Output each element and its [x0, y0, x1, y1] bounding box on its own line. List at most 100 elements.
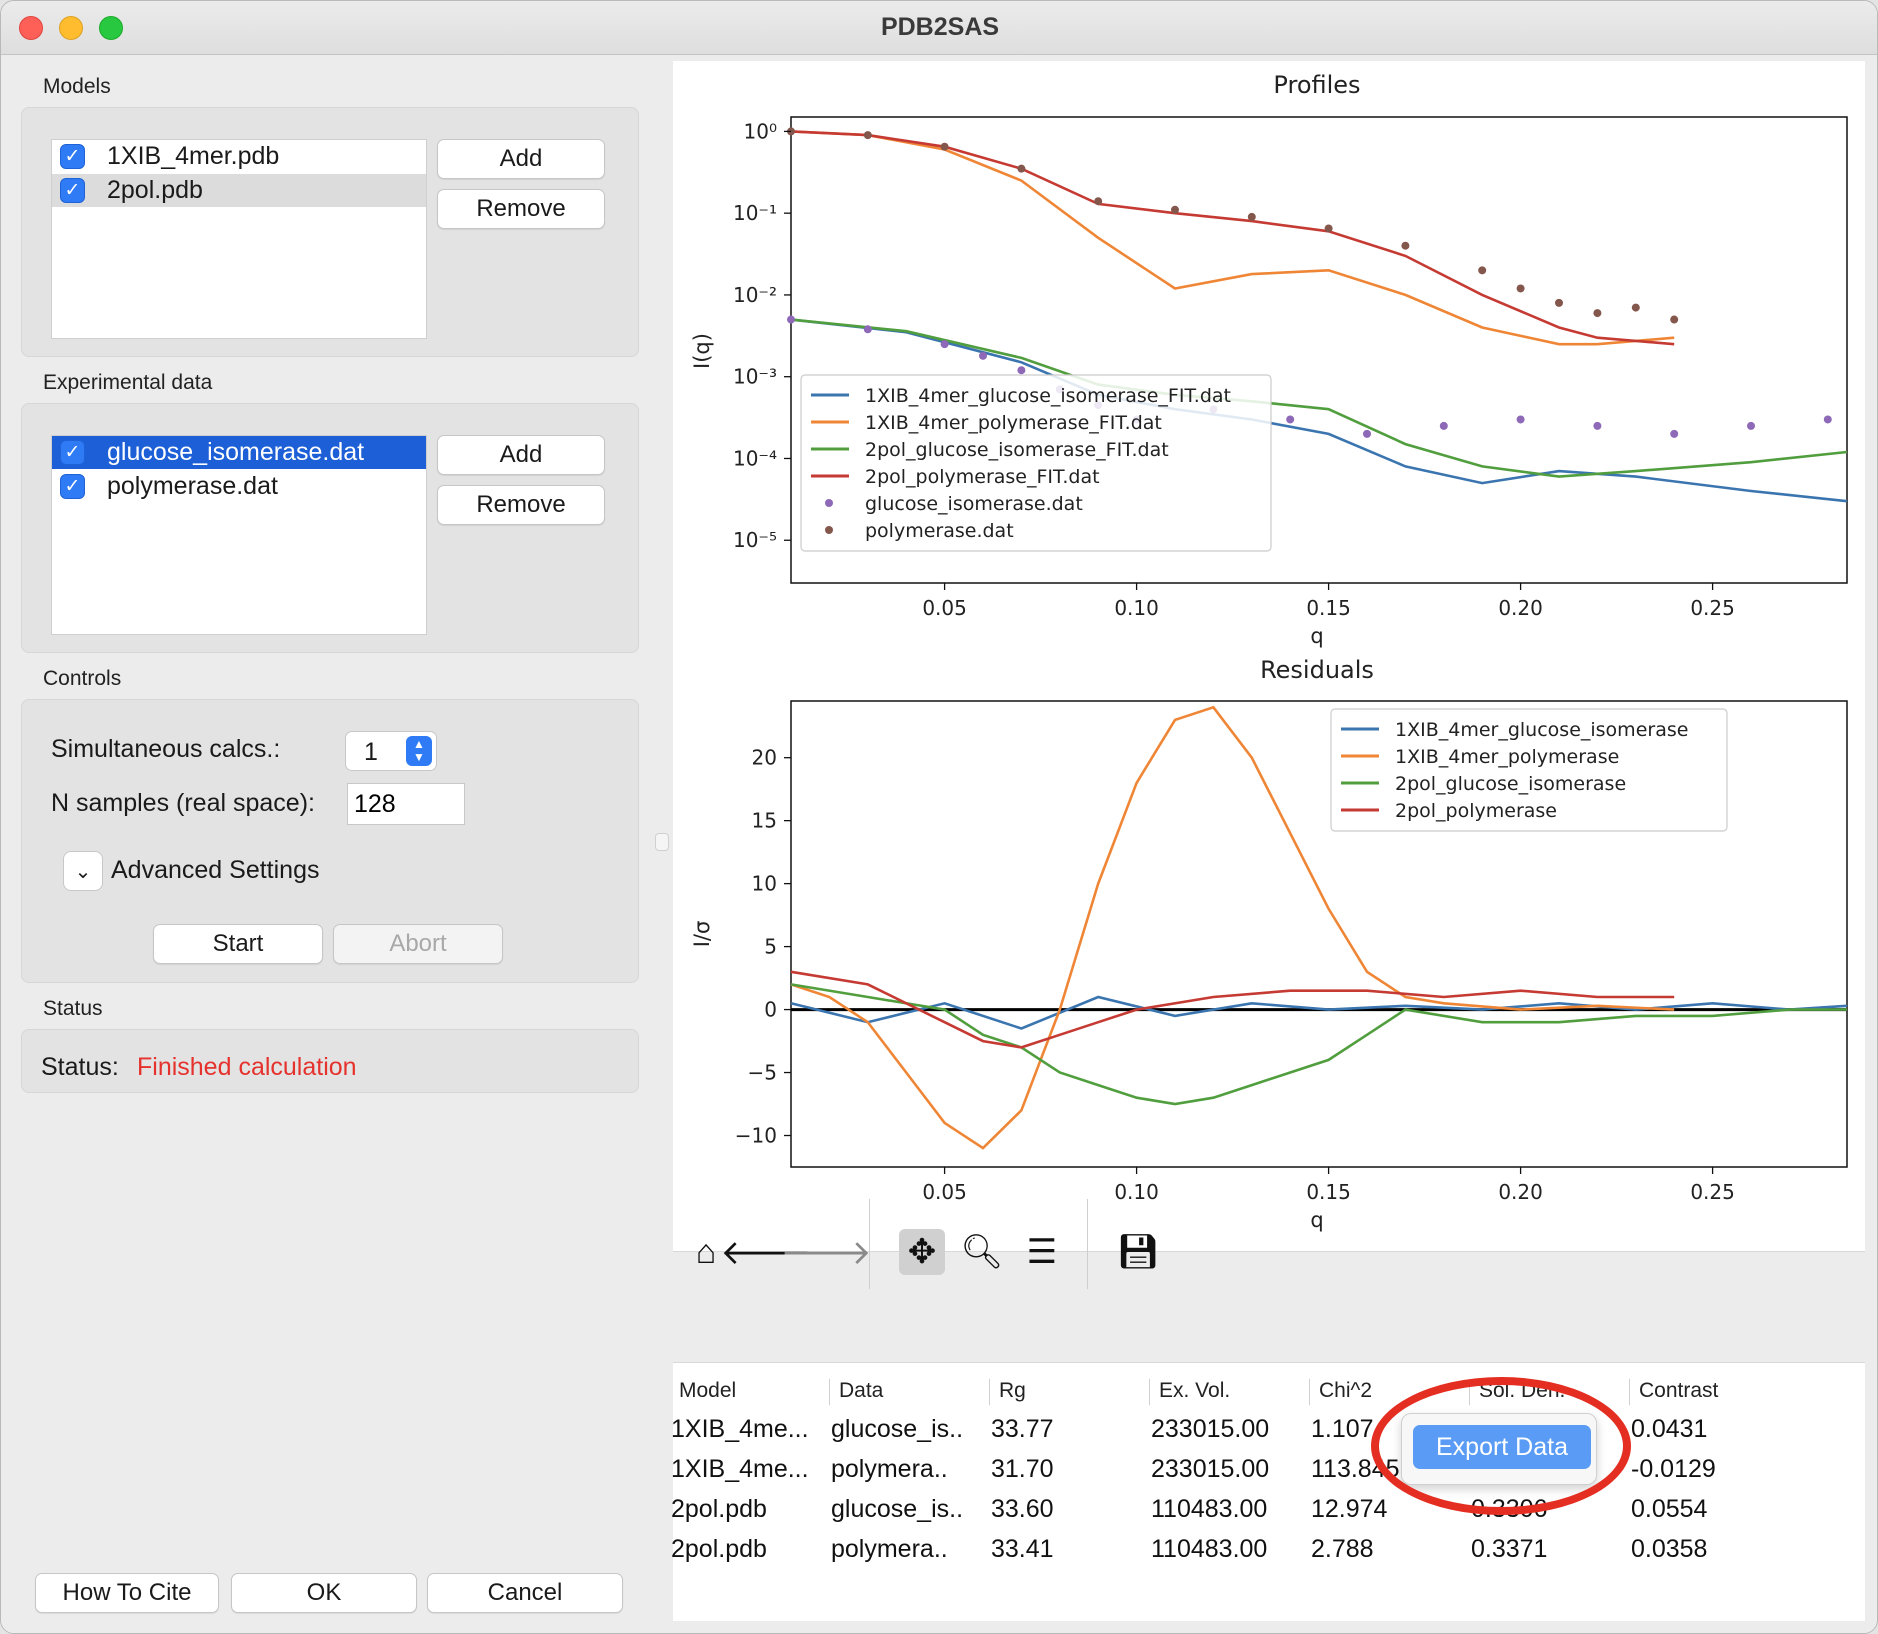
experimental-list[interactable]: ✓ glucose_isomerase.dat ✓ polymerase.dat [51, 435, 427, 635]
checkbox-checked-icon[interactable]: ✓ [60, 440, 85, 465]
table-cell[interactable]: glucose_is.. [831, 1415, 963, 1444]
splitter-handle[interactable] [655, 833, 669, 851]
models-list[interactable]: ✓ 1XIB_4mer.pdb ✓ 2pol.pdb [51, 139, 427, 339]
table-cell[interactable]: 0.0554 [1631, 1495, 1707, 1524]
column-header-model[interactable]: Model [679, 1379, 736, 1403]
data-point [863, 325, 872, 334]
y-tick-label: −5 [748, 1061, 777, 1085]
abort-button[interactable]: Abort [333, 924, 503, 964]
stepper-arrows-icon[interactable]: ▲ ▼ [406, 736, 432, 766]
table-cell[interactable]: polymera.. [831, 1535, 948, 1564]
ok-button[interactable]: OK [231, 1573, 417, 1613]
start-button[interactable]: Start [153, 924, 323, 964]
pan-icon[interactable]: ✥ [899, 1229, 945, 1275]
model-item-2[interactable]: ✓ 2pol.pdb [52, 174, 426, 207]
table-cell[interactable]: 33.77 [991, 1415, 1054, 1444]
x-tick-label: 0.05 [922, 1180, 967, 1204]
table-cell[interactable]: 233015.00 [1151, 1415, 1269, 1444]
data-point [1171, 205, 1179, 214]
column-divider[interactable] [829, 1379, 830, 1405]
configure-icon[interactable]: ☰ [1019, 1229, 1065, 1275]
data-point [863, 131, 872, 140]
data-point [940, 142, 949, 151]
status-label: Status: [41, 1053, 119, 1081]
table-cell[interactable]: 2pol.pdb [671, 1495, 767, 1524]
column-header-data[interactable]: Data [839, 1379, 883, 1403]
table-cell[interactable]: 110483.00 [1151, 1535, 1267, 1564]
x-tick-label: 0.25 [1690, 596, 1735, 620]
simultaneous-calcs-label: Simultaneous calcs.: [51, 735, 281, 763]
checkbox-checked-icon[interactable]: ✓ [60, 178, 85, 203]
table-cell[interactable]: 110483.00 [1151, 1495, 1267, 1524]
model-item-name: 1XIB_4mer.pdb [107, 142, 280, 170]
simultaneous-calcs-stepper[interactable]: 1 ▲ ▼ [345, 731, 437, 771]
models-remove-button[interactable]: Remove [437, 189, 605, 229]
column-divider[interactable] [1629, 1379, 1630, 1405]
column-divider[interactable] [1309, 1379, 1310, 1405]
column-header-chi2[interactable]: Chi^2 [1319, 1379, 1372, 1403]
table-cell[interactable]: 12.974 [1311, 1495, 1387, 1524]
column-header-contrast[interactable]: Contrast [1639, 1379, 1718, 1403]
table-cell[interactable]: polymera.. [831, 1455, 948, 1484]
column-divider[interactable] [1149, 1379, 1150, 1405]
legend-entry: 1XIB_4mer_glucose_isomerase [1395, 719, 1688, 741]
table-cell[interactable]: 233015.00 [1151, 1455, 1269, 1484]
experimental-remove-button[interactable]: Remove [437, 485, 605, 525]
profiles-ylabel: I(q) [690, 333, 714, 369]
series-line [790, 130, 1675, 346]
checkbox-checked-icon[interactable]: ✓ [60, 474, 85, 499]
data-point [1247, 212, 1256, 221]
data-item-name: polymerase.dat [107, 472, 278, 500]
column-header-rg[interactable]: Rg [999, 1379, 1026, 1403]
table-cell[interactable]: 1XIB_4me... [671, 1415, 809, 1444]
highlight-circle-annotation [1371, 1377, 1631, 1515]
checkbox-checked-icon[interactable]: ✓ [60, 144, 85, 169]
table-cell[interactable]: 2.788 [1311, 1535, 1374, 1564]
forward-arrow-icon[interactable]: 🡒 [780, 1229, 871, 1275]
table-cell[interactable]: 33.41 [991, 1535, 1054, 1564]
save-icon[interactable]: 💾︎ [1115, 1229, 1161, 1275]
table-cell[interactable]: 1XIB_4me... [671, 1455, 809, 1484]
table-cell[interactable]: 0.3371 [1471, 1535, 1547, 1564]
experimental-add-button[interactable]: Add [437, 435, 605, 475]
n-samples-input[interactable] [347, 783, 465, 825]
data-item-2[interactable]: ✓ polymerase.dat [52, 470, 426, 503]
table-cell[interactable]: 0.0358 [1631, 1535, 1707, 1564]
table-cell[interactable]: 33.60 [991, 1495, 1054, 1524]
zoom-icon[interactable]: 🔍︎ [959, 1229, 1005, 1275]
legend-entry: 2pol_polymerase_FIT.dat [865, 466, 1100, 488]
legend-entry: 2pol_glucose_isomerase_FIT.dat [865, 439, 1169, 461]
chevron-down-icon: ⌄ [74, 860, 92, 883]
legend-marker [825, 526, 833, 534]
data-point [1593, 421, 1602, 430]
app-window: PDB2SAS Models ✓ 1XIB_4mer.pdb ✓ 2pol.pd… [0, 0, 1878, 1634]
plot-canvas[interactable]: Profiles 0.05 0.10 0.15 0.20 0.25 10⁰ 10⁻¹ 10⁻… [673, 61, 1865, 1251]
models-add-button[interactable]: Add [437, 139, 605, 179]
table-cell[interactable]: -0.0129 [1631, 1455, 1716, 1484]
profiles-title: Profiles [1273, 71, 1360, 99]
x-tick-label: 0.10 [1114, 1180, 1159, 1204]
table-cell[interactable]: 0.0431 [1631, 1415, 1707, 1444]
data-point [1516, 284, 1525, 293]
data-point [1094, 197, 1103, 206]
column-divider[interactable] [989, 1379, 990, 1405]
residuals-title: Residuals [1260, 656, 1374, 684]
legend-entry: 1XIB_4mer_polymerase [1395, 746, 1619, 768]
data-item-1[interactable]: ✓ glucose_isomerase.dat [52, 436, 426, 469]
model-item-1[interactable]: ✓ 1XIB_4mer.pdb [52, 140, 426, 173]
table-cell[interactable]: 1.107 [1311, 1415, 1374, 1444]
table-cell[interactable]: glucose_is.. [831, 1495, 963, 1524]
y-tick-label: 5 [764, 935, 777, 959]
advanced-settings-toggle[interactable]: ⌄ [63, 851, 103, 891]
y-tick-label: 10⁰ [744, 119, 777, 143]
table-cell[interactable]: 2pol.pdb [671, 1535, 767, 1564]
x-tick-label: 0.10 [1114, 596, 1159, 620]
column-header-ex-vol[interactable]: Ex. Vol. [1159, 1379, 1230, 1403]
cancel-button[interactable]: Cancel [427, 1573, 623, 1613]
legend-entry: polymerase.dat [865, 520, 1014, 542]
x-tick-label: 0.25 [1690, 1180, 1735, 1204]
table-cell[interactable]: 31.70 [991, 1455, 1054, 1484]
data-item-name: glucose_isomerase.dat [107, 438, 365, 466]
advanced-settings-label[interactable]: Advanced Settings [111, 856, 319, 885]
how-to-cite-button[interactable]: How To Cite [35, 1573, 219, 1613]
